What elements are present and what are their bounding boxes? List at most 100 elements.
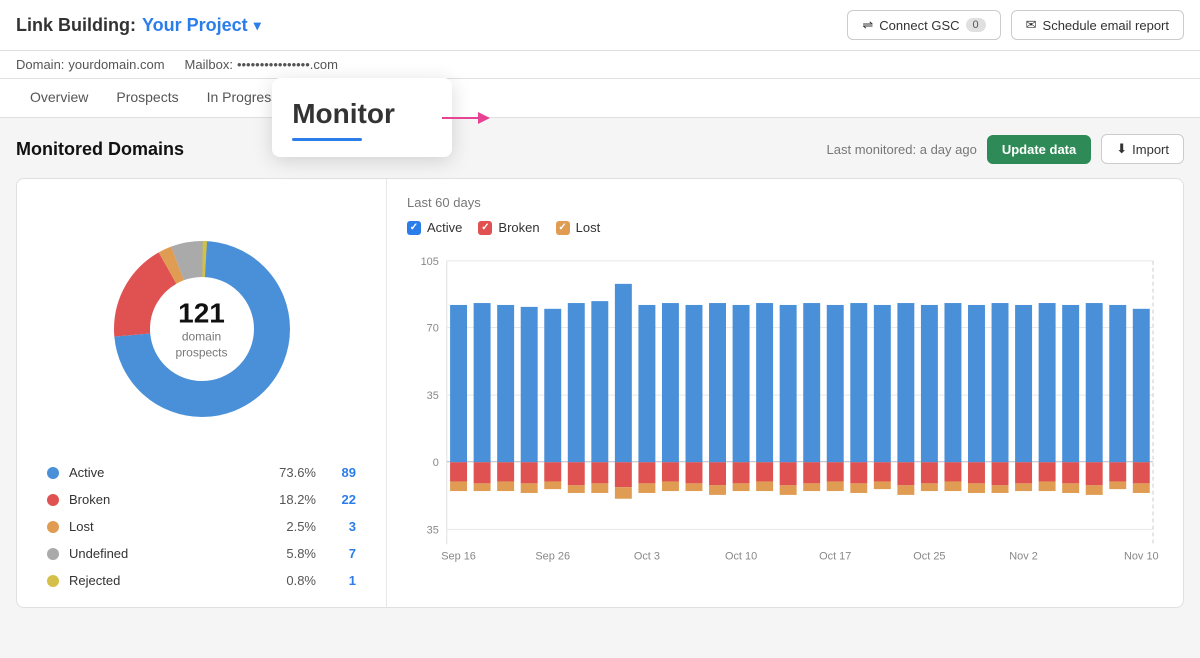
bar-active-9: [662, 303, 679, 462]
check-icon: ✓: [410, 222, 418, 233]
bar-active-20: [921, 305, 938, 462]
legend-name-undefined: Undefined: [69, 546, 266, 561]
lost-checkbox[interactable]: ✓: [556, 221, 570, 235]
x-label-1: Sep 26: [535, 550, 570, 562]
bar-broken-2: [497, 462, 514, 481]
legend-dot-active: [47, 467, 59, 479]
bar-lost-9: [662, 481, 679, 491]
bar-active-1: [474, 303, 491, 462]
donut-center: 121 domain prospects: [175, 297, 227, 360]
bar-broken-18: [874, 462, 891, 481]
left-panel: 121 domain prospects Active 73.6% 89: [17, 179, 387, 607]
monitor-popup-underline: [292, 138, 362, 141]
bar-lost-22: [968, 483, 985, 493]
bar-chart-wrapper: 105 70 35 0 35: [407, 249, 1163, 591]
import-button[interactable]: ⬇ Import: [1101, 134, 1184, 164]
bar-lost-10: [686, 483, 703, 491]
bar-lost-26: [1062, 483, 1079, 493]
legend-item-active: Active 73.6% 89: [47, 459, 356, 486]
mailbox-label: Mailbox:: [185, 57, 233, 72]
bar-lost-18: [874, 481, 891, 489]
schedule-email-button[interactable]: ✉ Schedule email report: [1011, 10, 1184, 40]
bar-active-18: [874, 305, 891, 462]
bar-lost-28: [1109, 481, 1126, 489]
bar-lost-1: [474, 483, 491, 491]
bar-lost-8: [638, 483, 655, 493]
bar-broken-0: [450, 462, 467, 481]
legend-item-rejected: Rejected 0.8% 1: [47, 567, 356, 594]
legend-dot-undefined: [47, 548, 59, 560]
bar-active-24: [1015, 305, 1032, 462]
bar-active-26: [1062, 305, 1079, 462]
right-panel: Last 60 days ✓ Active ✓ Broken ✓: [387, 179, 1183, 607]
bar-lost-20: [921, 483, 938, 491]
active-checkbox[interactable]: ✓: [407, 221, 421, 235]
section-title: Monitored Domains: [16, 139, 184, 160]
legend-item-broken: Broken 18.2% 22: [47, 486, 356, 513]
legend-pct-broken: 18.2%: [266, 492, 316, 507]
connect-gsc-label: Connect GSC: [879, 18, 959, 33]
project-name[interactable]: Your Project: [142, 15, 248, 36]
bar-active-21: [944, 303, 961, 462]
bar-active-13: [756, 303, 773, 462]
legend-pct-lost: 2.5%: [266, 519, 316, 534]
bar-broken-15: [803, 462, 820, 483]
bar-broken-26: [1062, 462, 1079, 483]
bar-lost-25: [1039, 481, 1056, 491]
x-label-2: Oct 3: [634, 550, 660, 562]
bar-broken-6: [591, 462, 608, 483]
nav-item-prospects[interactable]: Prospects: [102, 79, 192, 117]
bar-broken-10: [686, 462, 703, 483]
bar-active-19: [897, 303, 914, 462]
domain-info: Domain: yourdomain.com: [16, 57, 165, 72]
broken-checkbox[interactable]: ✓: [478, 221, 492, 235]
bar-active-12: [733, 305, 750, 462]
bar-broken-5: [568, 462, 585, 485]
bar-lost-11: [709, 485, 726, 495]
chevron-down-icon[interactable]: ▾: [254, 17, 261, 34]
legend-count-undefined: 7: [316, 546, 356, 561]
legend-name-broken: Broken: [69, 492, 266, 507]
bar-lost-21: [944, 481, 961, 491]
bar-broken-17: [850, 462, 867, 483]
legend-count-lost: 3: [316, 519, 356, 534]
bar-broken-7: [615, 462, 632, 487]
last-monitored-text: Last monitored: a day ago: [827, 142, 977, 157]
bars-group: [450, 284, 1150, 499]
donut-label: domain prospects: [175, 329, 227, 360]
bar-broken-22: [968, 462, 985, 483]
bar-broken-11: [709, 462, 726, 485]
connect-gsc-icon: ⇌: [862, 17, 873, 33]
chart-legend-broken-label: Broken: [498, 220, 539, 235]
x-label-3: Oct 10: [725, 550, 757, 562]
bar-broken-3: [521, 462, 538, 483]
legend-count-active: 89: [316, 465, 356, 480]
chart-period-label: Last 60 days: [407, 195, 1163, 210]
bar-active-29: [1133, 309, 1150, 462]
nav-item-overview[interactable]: Overview: [16, 79, 102, 117]
mailbox-info: Mailbox: ••••••••••••••••.com: [185, 57, 338, 72]
x-label-6: Nov 2: [1009, 550, 1038, 562]
bar-active-8: [638, 305, 655, 462]
update-data-button[interactable]: Update data: [987, 135, 1091, 164]
bar-lost-15: [803, 483, 820, 491]
bar-broken-25: [1039, 462, 1056, 481]
y-label-105: 105: [421, 256, 439, 268]
bar-active-17: [850, 303, 867, 462]
legend-pct-rejected: 0.8%: [266, 573, 316, 588]
bar-broken-9: [662, 462, 679, 481]
connect-gsc-button[interactable]: ⇌ Connect GSC 0: [847, 10, 1000, 40]
bar-active-25: [1039, 303, 1056, 462]
header-right: ⇌ Connect GSC 0 ✉ Schedule email report: [847, 10, 1184, 40]
bar-active-7: [615, 284, 632, 462]
header-left: Link Building: Your Project ▾: [16, 15, 261, 36]
nav: Overview Prospects In Progress Monitor: [0, 79, 1200, 118]
bar-active-2: [497, 305, 514, 462]
bar-broken-29: [1133, 462, 1150, 483]
bar-active-4: [544, 309, 561, 462]
legend-name-lost: Lost: [69, 519, 266, 534]
bar-broken-8: [638, 462, 655, 483]
domain-label: Domain:: [16, 57, 64, 72]
chart-legend-broken: ✓ Broken: [478, 220, 539, 235]
bar-active-14: [780, 305, 797, 462]
